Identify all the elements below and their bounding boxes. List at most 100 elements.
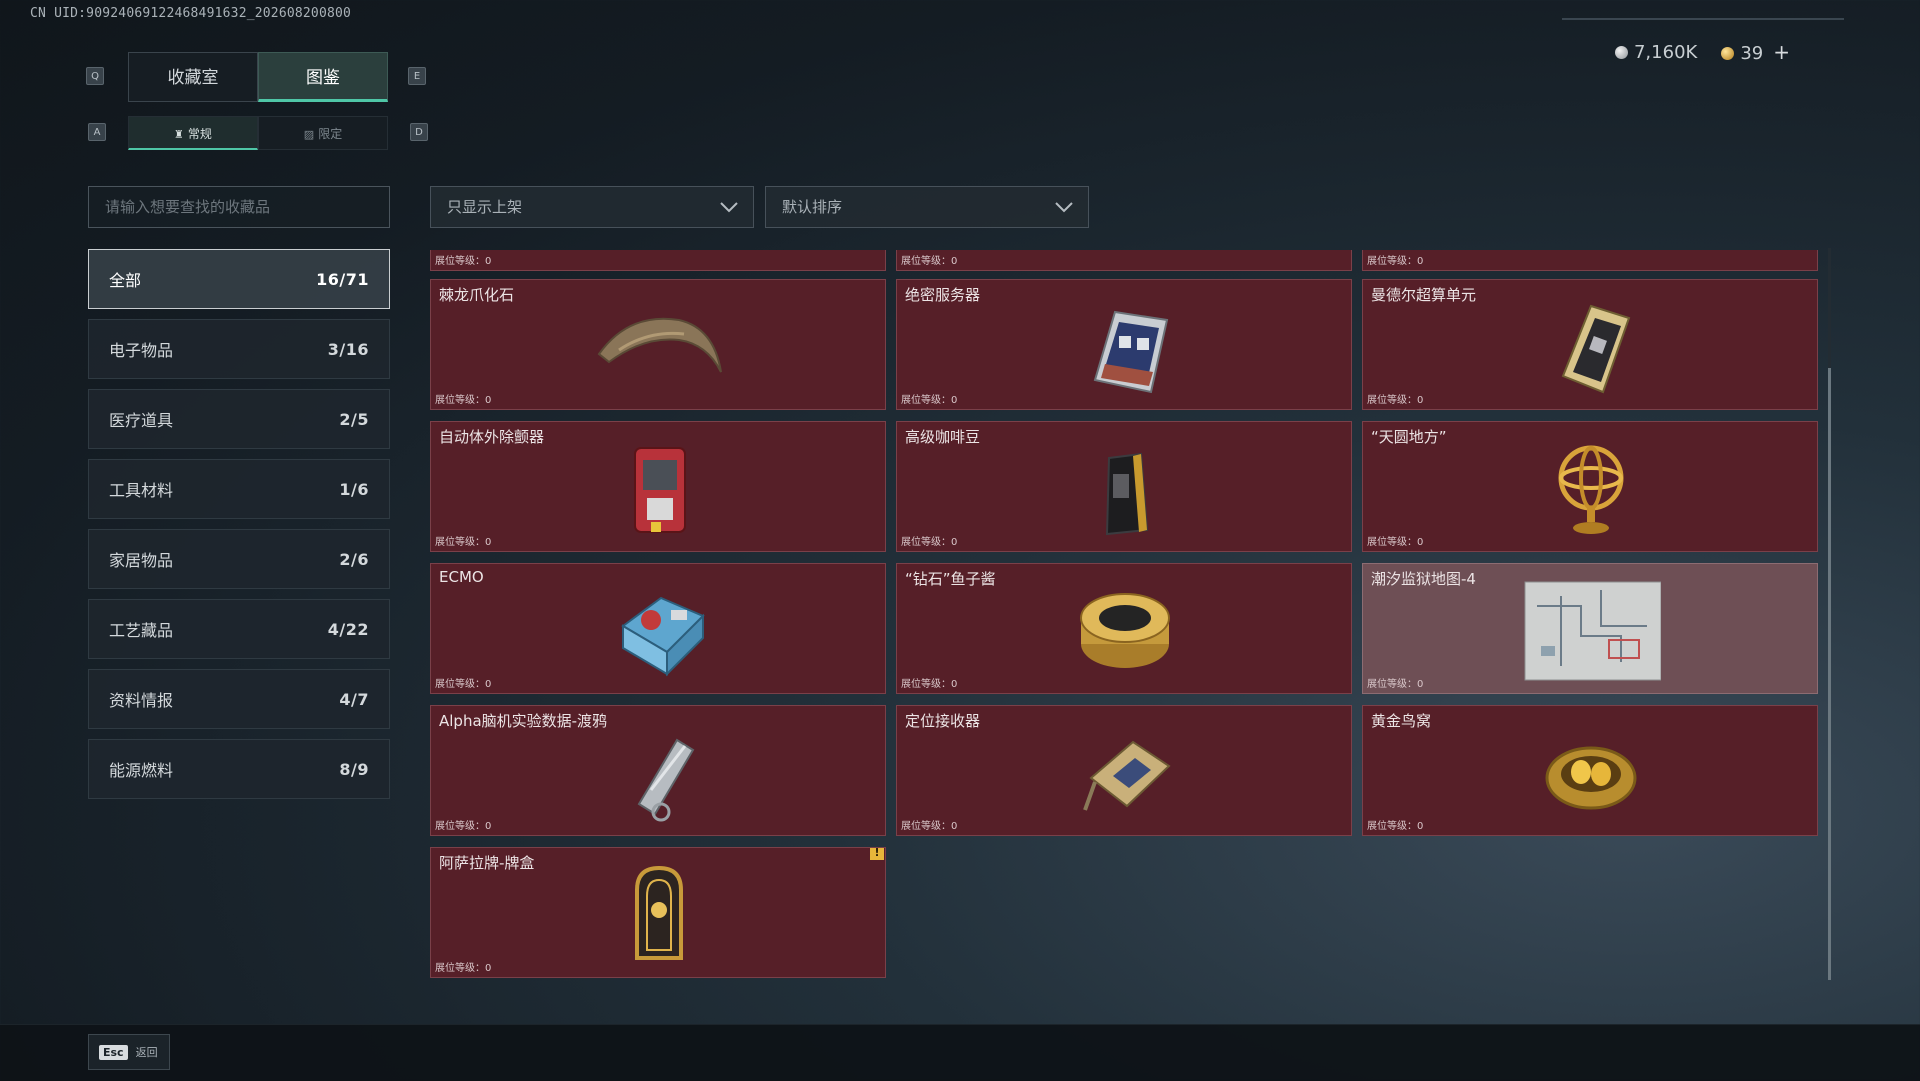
receiver-icon	[1083, 740, 1171, 811]
collection-card[interactable]: 定位接收器 展位等级：0	[896, 705, 1352, 836]
item-name: “钻石”鱼子酱	[905, 570, 996, 588]
server-icon	[1093, 310, 1169, 394]
item-name: 高级咖啡豆	[905, 428, 981, 446]
collection-card[interactable]: 高级咖啡豆 展位等级：0	[896, 421, 1352, 552]
tab-collection-room[interactable]: 收藏室	[128, 52, 258, 102]
category-energy[interactable]: 能源燃料 8/9	[88, 739, 390, 799]
sort-dropdown[interactable]: 默认排序	[765, 186, 1089, 228]
category-label: 医疗道具	[109, 411, 174, 430]
display-filter-dropdown[interactable]: 只显示上架	[430, 186, 754, 228]
grid-scrollbar-thumb[interactable]	[1828, 368, 1831, 980]
back-button[interactable]: Esc 返回	[88, 1034, 170, 1070]
collection-card[interactable]: 展位等级：0	[896, 250, 1352, 271]
compute-unit-icon	[1561, 304, 1631, 394]
category-label: 工艺藏品	[109, 621, 174, 640]
category-tools[interactable]: 工具材料 1/6	[88, 459, 390, 519]
item-name: 定位接收器	[905, 712, 981, 730]
key-hint-e: E	[408, 67, 426, 85]
booth-level: 展位等级：0	[435, 537, 492, 548]
collection-card[interactable]: 绝密服务器 展位等级：0	[896, 279, 1352, 410]
tab-limited[interactable]: ▨ 限定	[258, 116, 388, 150]
category-household[interactable]: 家居物品 2/6	[88, 529, 390, 589]
silver-currency: 7,160K	[1614, 41, 1698, 63]
collection-card[interactable]: 棘龙爪化石 展位等级：0	[430, 279, 886, 410]
collection-grid: 展位等级：0 展位等级：0 展位等级：0 棘龙爪化石 展位等级：0 绝密服务器 …	[430, 250, 1818, 980]
coffee-bag-icon	[1105, 452, 1149, 536]
gold-amount: 39	[1740, 43, 1764, 64]
collection-card[interactable]: 潮汐监狱地图-4 展位等级：0	[1362, 563, 1818, 694]
tab-regular[interactable]: ♜ 常规	[128, 116, 258, 150]
key-hint-d: D	[410, 123, 428, 141]
currency-bar: 7,160K 39 +	[1614, 40, 1790, 64]
card-box-icon	[635, 865, 683, 960]
limited-icon: ▨	[303, 128, 315, 141]
category-count: 8/9	[339, 759, 369, 779]
category-count: 4/7	[339, 689, 369, 709]
category-count: 16/71	[316, 269, 369, 289]
item-name: 自动体外除颤器	[439, 428, 545, 446]
category-all[interactable]: 全部 16/71	[88, 249, 390, 309]
collection-card[interactable]: 自动体外除颤器 展位等级：0	[430, 421, 886, 552]
sort-value: 默认排序	[782, 198, 843, 216]
category-count: 4/22	[327, 619, 369, 639]
map-icon	[1524, 581, 1661, 681]
collection-card[interactable]: 展位等级：0	[1362, 250, 1818, 271]
category-label: 能源燃料	[109, 761, 174, 780]
category-crafts[interactable]: 工艺藏品 4/22	[88, 599, 390, 659]
caviar-tin-icon	[1080, 593, 1170, 668]
key-hint-q: Q	[86, 67, 104, 85]
collection-card[interactable]: 黄金鸟窝 展位等级：0	[1362, 705, 1818, 836]
collection-card[interactable]: Alpha脑机实验数据-渡鸦 展位等级：0	[430, 705, 886, 836]
collection-card[interactable]: 展位等级：0	[430, 250, 886, 271]
collection-card[interactable]: “钻石”鱼子酱 展位等级：0	[896, 563, 1352, 694]
collection-card[interactable]: 阿萨拉牌-牌盒 ! 展位等级：0	[430, 847, 886, 978]
booth-level: 展位等级：0	[901, 395, 958, 406]
category-medical[interactable]: 医疗道具 2/5	[88, 389, 390, 449]
category-label: 全部	[109, 271, 142, 290]
tab-catalog[interactable]: 图鉴	[258, 52, 388, 102]
booth-level: 展位等级：0	[1367, 679, 1424, 690]
booth-level: 展位等级：0	[435, 256, 492, 267]
booth-level: 展位等级：0	[901, 821, 958, 832]
regular-icon: ♜	[174, 128, 184, 141]
armillary-sphere-icon	[1558, 445, 1624, 534]
warning-badge: !	[870, 848, 884, 860]
collection-card[interactable]: “天圆地方” 展位等级：0	[1362, 421, 1818, 552]
ecmo-machine-icon	[621, 596, 705, 677]
category-intel[interactable]: 资料情报 4/7	[88, 669, 390, 729]
tab-limited-label: 限定	[318, 127, 343, 141]
chevron-down-icon	[720, 202, 738, 213]
category-count: 2/5	[339, 409, 369, 429]
item-name: 曼德尔超算单元	[1371, 286, 1477, 304]
booth-level: 展位等级：0	[435, 963, 492, 974]
category-count: 3/16	[327, 339, 369, 359]
item-name: 棘龙爪化石	[439, 286, 515, 304]
item-name: Alpha脑机实验数据-渡鸦	[439, 712, 608, 730]
booth-level: 展位等级：0	[435, 821, 492, 832]
category-count: 2/6	[339, 549, 369, 569]
collection-search-input[interactable]	[88, 186, 390, 228]
item-name: 黄金鸟窝	[1371, 712, 1432, 730]
gold-currency: 39 +	[1721, 40, 1790, 64]
player-uid: CN UID:9092406912246849163​2_20260820080…	[30, 6, 352, 21]
item-name: 绝密服务器	[905, 286, 981, 304]
display-filter-value: 只显示上架	[447, 198, 523, 216]
category-list: 全部 16/71 电子物品 3/16 医疗道具 2/5 工具材料 1/6 家居物品 2/6…	[88, 249, 390, 809]
booth-level: 展位等级：0	[901, 537, 958, 548]
collection-card[interactable]: ECMO 展位等级：0	[430, 563, 886, 694]
category-electronics[interactable]: 电子物品 3/16	[88, 319, 390, 379]
category-label: 电子物品	[109, 341, 174, 360]
booth-level: 展位等级：0	[435, 395, 492, 406]
item-name: “天圆地方”	[1371, 428, 1447, 446]
booth-level: 展位等级：0	[901, 679, 958, 690]
category-label: 家居物品	[109, 551, 174, 570]
esc-key-hint: Esc	[99, 1044, 128, 1060]
add-currency-button[interactable]: +	[1773, 40, 1790, 64]
booth-level: 展位等级：0	[1367, 537, 1424, 548]
booth-level: 展位等级：0	[1367, 256, 1424, 267]
collection-card[interactable]: 曼德尔超算单元 展位等级：0	[1362, 279, 1818, 410]
main-tabs: 收藏室 图鉴	[128, 52, 388, 102]
silver-amount: 7,160K	[1633, 41, 1698, 63]
category-label: 资料情报	[109, 691, 174, 710]
booth-level: 展位等级：0	[1367, 821, 1424, 832]
